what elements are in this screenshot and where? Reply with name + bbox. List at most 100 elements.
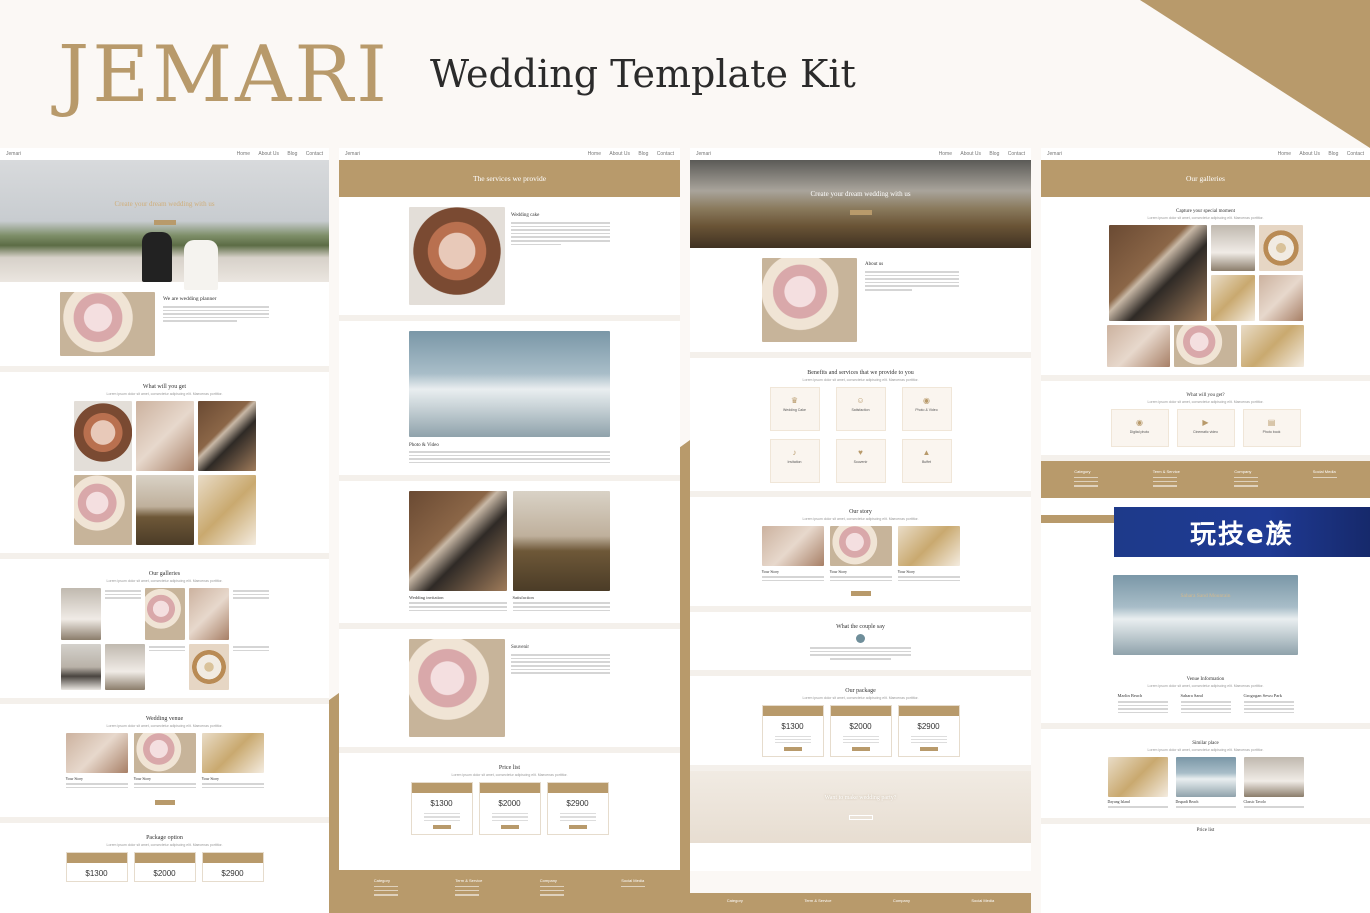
capture-title: Capture your special moment: [1175, 209, 1235, 214]
features-section: What will you get? Lorem ipsum dolor sit…: [1041, 381, 1370, 461]
service-card-buffet[interactable]: ▲ Buffet: [901, 439, 952, 483]
feature-digital-photo[interactable]: ◉ Digital photo: [1110, 409, 1169, 447]
venue-card-3[interactable]: Your Story: [201, 733, 264, 790]
smile-icon: ☺: [856, 396, 865, 405]
package-card-2[interactable]: $2000: [133, 852, 196, 883]
similar-card-1[interactable]: Dayung Island: [1107, 757, 1168, 810]
planner-section: We are wedding planner: [0, 282, 329, 372]
what-image-gold: [197, 475, 256, 545]
story-card-3[interactable]: Your Story: [897, 526, 960, 583]
service-card-invitation[interactable]: ♪ Invitation: [769, 439, 820, 483]
book-icon: ▤: [1267, 418, 1276, 427]
venues-more-button[interactable]: [154, 800, 175, 806]
gallery-image-2: [144, 588, 185, 640]
package-card-1[interactable]: $1300: [761, 704, 824, 758]
nav-contact[interactable]: Contact: [1008, 151, 1025, 157]
package-price-2: $2000: [153, 869, 176, 879]
nav-home[interactable]: Home: [1278, 151, 1291, 157]
cta-button[interactable]: [848, 815, 873, 821]
watermark-banner: 玩技e族: [1114, 507, 1370, 557]
service-card-photo[interactable]: ◉ Photo & Video: [901, 387, 952, 431]
nav-bar: Jemari Home About Us Blog Contact: [0, 148, 329, 160]
hero-image: Create your dream wedding with us: [0, 160, 329, 290]
nav-about[interactable]: About Us: [960, 151, 981, 157]
nav-blog[interactable]: Blog: [638, 151, 648, 157]
nav-blog[interactable]: Blog: [989, 151, 999, 157]
package-section: Our package Lorem ipsum dolor sit amet, …: [690, 676, 1031, 772]
service-card-cake[interactable]: ♛ Wedding Cake: [769, 387, 820, 431]
nav-brand[interactable]: Jemari: [1047, 151, 1062, 157]
story-more-button[interactable]: [850, 591, 871, 597]
feature-cinematic-video[interactable]: ▶ Cinematic video: [1176, 409, 1235, 447]
galleries-subtitle: Lorem ipsum dolor sit amet, consectetur …: [106, 579, 223, 583]
cake-top-icon: ▲: [922, 448, 931, 457]
price-card-2[interactable]: $2000: [478, 782, 541, 835]
price-card-3[interactable]: $2900: [546, 782, 609, 835]
nav-contact[interactable]: Contact: [306, 151, 323, 157]
features-subtitle: Lorem ipsum dolor sit amet, consectetur …: [1147, 400, 1264, 404]
nav-about[interactable]: About Us: [258, 151, 279, 157]
similar-card-3[interactable]: Classic Tavolo: [1243, 757, 1304, 810]
invitation-section: Wedding invitation Satisfaction: [339, 481, 680, 630]
nav-brand[interactable]: Jemari: [345, 151, 360, 157]
similar-section: Similar place Lorem ipsum dolor sit amet…: [1041, 729, 1370, 824]
testimonial-title: What the couple say: [836, 624, 885, 631]
souvenir-title: Souvenir: [511, 645, 530, 651]
venue-card-2[interactable]: Your Story: [133, 733, 196, 790]
nav-home[interactable]: Home: [237, 151, 250, 157]
hero-button[interactable]: [153, 220, 176, 225]
hero-button[interactable]: [849, 210, 872, 215]
feature-photo-book[interactable]: ▤ Photo book: [1242, 409, 1301, 447]
package-card-1[interactable]: $1300: [65, 852, 128, 883]
invitation-title: Wedding invitation: [409, 595, 444, 601]
planner-text: [163, 306, 269, 322]
features-title: What will you get?: [1186, 393, 1225, 398]
souvenir-image: [409, 639, 505, 738]
nav-blog[interactable]: Blog: [1328, 151, 1338, 157]
venue-marlin[interactable]: Marlin Beach: [1117, 693, 1168, 715]
package-card-3[interactable]: $2900: [897, 704, 960, 758]
venue-card-1[interactable]: Your Story: [65, 733, 128, 790]
nav-blog[interactable]: Blog: [287, 151, 297, 157]
service-card-souvenir[interactable]: ♥ Souvenir: [835, 439, 886, 483]
nav-bar: Jemari Home About Us Blog Contact: [690, 148, 1031, 160]
gallery-text-1: [104, 588, 141, 640]
gallery-text-3: [148, 644, 185, 690]
cta-title: Want to make wedding party?: [824, 795, 897, 802]
similar-card-2[interactable]: Drupadi Beach: [1175, 757, 1236, 810]
story-card-2[interactable]: Your Story: [829, 526, 892, 583]
galleries-banner: Our galleries: [1041, 160, 1370, 197]
nav-about[interactable]: About Us: [609, 151, 630, 157]
capture-section: Capture your special moment Lorem ipsum …: [1041, 197, 1370, 381]
satisfaction-title: Satisfaction: [512, 595, 534, 601]
gallery-image-6: [188, 644, 229, 690]
nav-home[interactable]: Home: [939, 151, 952, 157]
planner-image: [60, 292, 155, 356]
nav-about[interactable]: About Us: [1299, 151, 1320, 157]
package-card-3[interactable]: $2900: [201, 852, 264, 883]
venue-grogogan[interactable]: Grogogan Sewu Park: [1243, 693, 1294, 715]
price-button-2[interactable]: [500, 824, 519, 829]
story-card-1[interactable]: Your Story: [761, 526, 824, 583]
similar-title: Similar place: [1192, 741, 1219, 747]
what-image-flower: [73, 475, 132, 545]
package-card-2[interactable]: $2000: [829, 704, 892, 758]
gift-icon: ♥: [858, 448, 863, 457]
venue-image-3: [201, 733, 264, 773]
nav-home[interactable]: Home: [588, 151, 601, 157]
nav-contact[interactable]: Contact: [657, 151, 674, 157]
preview-home: Jemari Home About Us Blog Contact Create…: [0, 148, 329, 913]
nav-bar: Jemari Home About Us Blog Contact: [339, 148, 680, 160]
hero-image: Create your dream wedding with us: [690, 160, 1031, 248]
nav-brand[interactable]: Jemari: [696, 151, 711, 157]
package-title: Our package: [845, 687, 876, 694]
service-card-satisfaction[interactable]: ☺ Satisfaction: [835, 387, 886, 431]
nav-contact[interactable]: Contact: [1347, 151, 1364, 157]
cta-section: Want to make wedding party?: [690, 771, 1031, 844]
price-card-1[interactable]: $1300: [410, 782, 473, 835]
price-button-1[interactable]: [432, 824, 451, 829]
nav-brand[interactable]: Jemari: [6, 151, 21, 157]
venue-sahara[interactable]: Sahara Sand: [1180, 693, 1231, 715]
photo-title: Photo & Video: [409, 443, 439, 448]
price-button-3[interactable]: [568, 824, 587, 829]
